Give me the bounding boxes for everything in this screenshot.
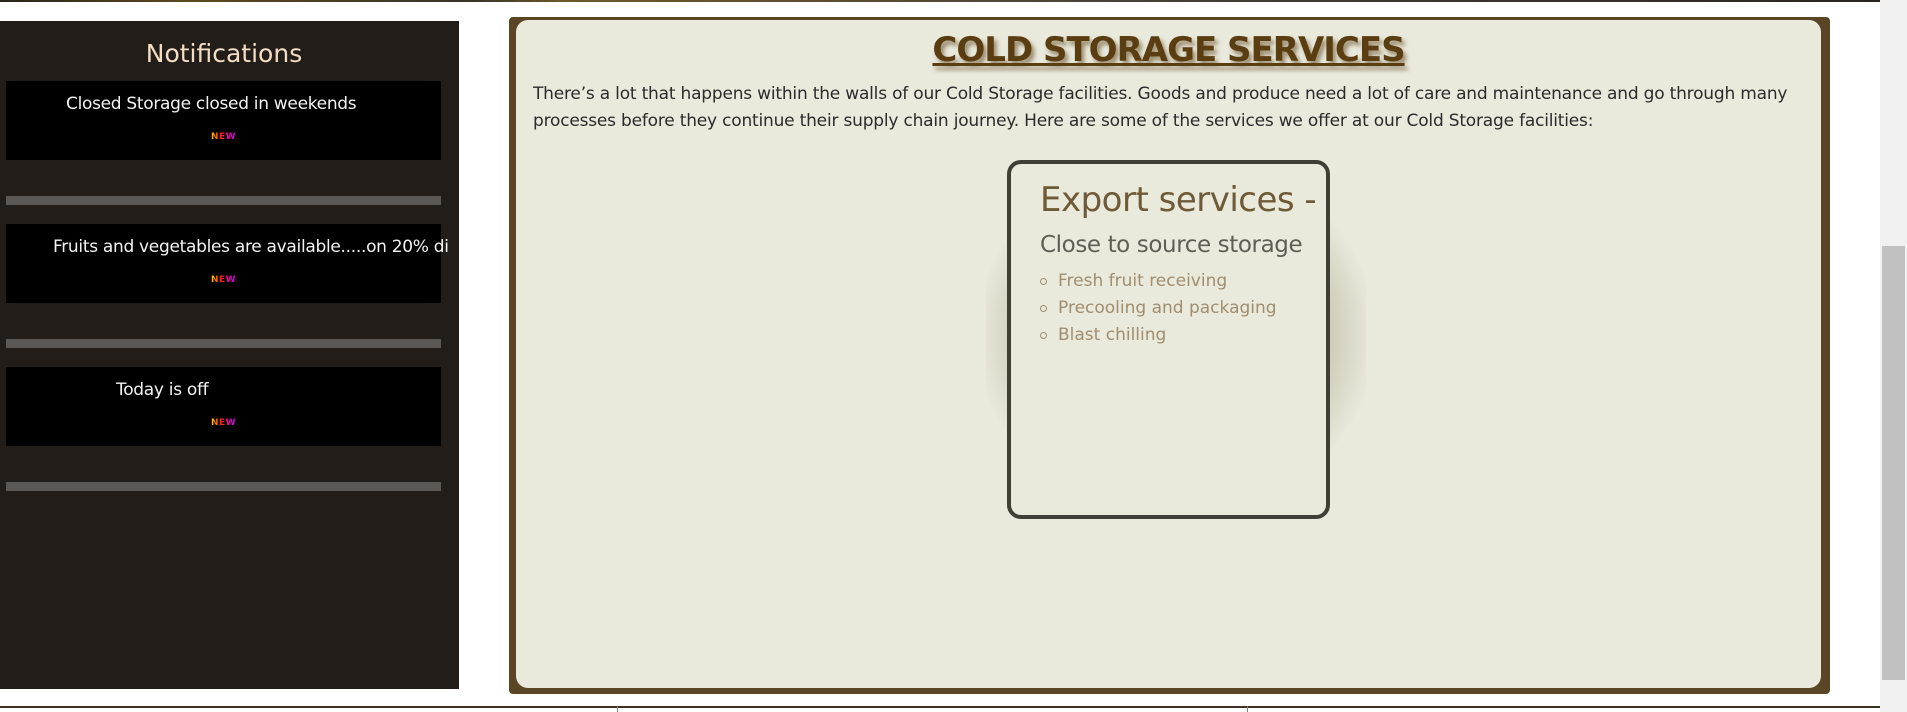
footer-divider <box>617 706 618 712</box>
notification-text: Closed Storage closed in weekends <box>66 94 357 114</box>
service-list-item: Precooling and packaging <box>1040 295 1277 322</box>
notification-item[interactable]: Fruits and vegetables are available.....… <box>6 224 449 303</box>
new-badge-icon: NEW <box>211 132 237 142</box>
service-card[interactable]: Export services - Close to source storag… <box>1007 160 1330 519</box>
services-panel: COLD STORAGE SERVICES There’s a lot that… <box>509 17 1830 694</box>
header-image-strip <box>0 0 1880 2</box>
new-badge-icon: NEW <box>211 275 237 285</box>
notifications-sidebar: Notifications Closed Storage closed in w… <box>0 21 459 689</box>
sidebar-title: Notifications <box>145 39 303 68</box>
notification-text: Fruits and vegetables are available.....… <box>53 237 449 257</box>
service-list-item: Fresh fruit receiving <box>1040 268 1277 295</box>
service-list-item: Blast chilling <box>1040 322 1277 349</box>
intro-paragraph: There’s a lot that happens within the wa… <box>533 84 1788 131</box>
notification-divider <box>6 196 441 205</box>
notification-divider <box>6 482 441 491</box>
card-subheading: Close to source storage <box>1040 232 1303 258</box>
services-panel-body: COLD STORAGE SERVICES There’s a lot that… <box>516 20 1821 688</box>
footer-divider <box>1247 706 1248 712</box>
notification-text: Today is off <box>116 380 209 400</box>
card-heading: Export services - <box>1040 180 1317 220</box>
footer-strip <box>0 706 1880 712</box>
notification-divider <box>6 339 441 348</box>
new-badge-icon: NEW <box>211 418 237 428</box>
notification-item[interactable]: Today is off NEW <box>6 367 441 446</box>
scrollbar-thumb[interactable] <box>1882 246 1905 680</box>
page-scrollbar[interactable] <box>1880 0 1907 712</box>
page-title: COLD STORAGE SERVICES <box>932 30 1405 70</box>
notification-item[interactable]: Closed Storage closed in weekends NEW <box>6 81 441 160</box>
service-list: Fresh fruit receiving Precooling and pac… <box>1040 268 1277 349</box>
